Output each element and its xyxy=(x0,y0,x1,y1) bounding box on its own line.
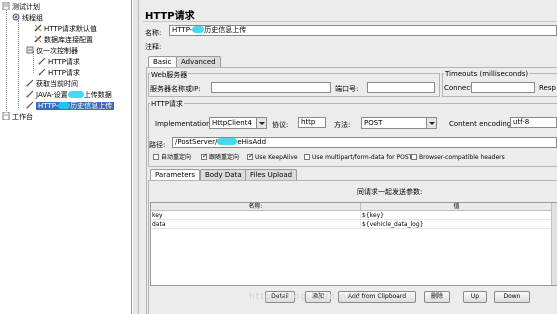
keepalive-checkbox[interactable]: Use KeepAlive xyxy=(247,152,298,162)
parameters-table[interactable]: 名称: 值 key ${key} data ${vehicle_data_log… xyxy=(150,202,557,286)
http-request-panel: HTTP请求 名称: HTTP- 历史信息上传 注释: Basic Advance… xyxy=(139,0,557,314)
up-button[interactable]: Up xyxy=(463,291,487,303)
tree-node-workbench[interactable]: 工作台 xyxy=(2,111,33,122)
tab-parameters[interactable]: Parameters xyxy=(150,169,201,180)
protocol-input[interactable]: http xyxy=(298,117,326,128)
chevron-down-icon xyxy=(426,118,436,128)
tab-advanced[interactable]: Advanced xyxy=(176,56,221,67)
config-wrench-icon xyxy=(34,35,42,43)
response-label: Resp xyxy=(539,84,556,92)
encoding-label: Content encoding: xyxy=(449,120,514,128)
protocol-label: 协议: xyxy=(272,121,289,129)
auto-redirect-checkbox[interactable]: 自动重定向 xyxy=(153,154,191,162)
timeouts-group-title: Timeouts (milliseconds) xyxy=(444,70,530,78)
test-plan-icon xyxy=(2,1,10,11)
table-cell-name[interactable]: data xyxy=(151,221,361,229)
column-header-name: 名称: xyxy=(151,203,361,211)
tree-line xyxy=(18,20,19,108)
table-cell-name[interactable]: key xyxy=(151,212,361,220)
divider xyxy=(143,21,557,22)
browser-compatible-checkbox[interactable]: Browser-compatible headers xyxy=(411,154,505,162)
tree-node-test-plan[interactable]: 测试计划 xyxy=(2,1,40,12)
table-cell-value[interactable]: ${vehicle_data_log} xyxy=(361,221,552,229)
sampler-pen-icon xyxy=(26,90,34,98)
delete-button[interactable]: 删除 xyxy=(424,291,450,303)
server-input[interactable] xyxy=(211,82,331,93)
selected-node-label: HTTP- 历史信息上传 xyxy=(36,102,115,110)
controller-icon xyxy=(26,46,34,54)
http-request-group-title: HTTP请求 xyxy=(150,99,184,109)
name-input[interactable]: HTTP- 历史信息上传 xyxy=(169,25,557,36)
follow-redirect-checkbox[interactable]: 跟随重定向 xyxy=(201,152,239,162)
web-server-group-title: Web服务器 xyxy=(150,70,189,80)
port-input[interactable] xyxy=(367,82,435,93)
method-label: 方法: xyxy=(334,121,351,129)
encoding-input[interactable]: utf-8 xyxy=(510,117,557,128)
test-plan-tree[interactable]: 测试计划 线程组 HTTP请求默认值 数据库连接配置 仅一次控制器 HTTP请求… xyxy=(0,0,132,314)
sampler-pen-icon xyxy=(26,79,34,87)
tree-node-java-setup[interactable]: JAVA-设置 上传数据 xyxy=(26,90,112,100)
column-header-value: 值 xyxy=(361,203,552,211)
tree-node-once-controller[interactable]: 仅一次控制器 xyxy=(26,46,78,56)
path-input[interactable]: /PostServer/eHisAdd xyxy=(172,137,557,148)
tree-node-db-config[interactable]: 数据库连接配置 xyxy=(34,35,93,45)
table-cell-value[interactable]: ${key} xyxy=(361,212,552,220)
implementation-select[interactable]: HttpClient4 xyxy=(209,117,267,129)
sampler-pen-icon xyxy=(38,57,46,65)
redaction-mark xyxy=(217,138,238,145)
sampler-pen-icon xyxy=(38,68,46,76)
sampler-pen-icon xyxy=(26,101,34,109)
redaction-mark xyxy=(58,102,71,109)
chevron-down-icon xyxy=(256,118,266,128)
redaction-mark xyxy=(192,26,205,33)
tree-node-history-upload-selected[interactable]: HTTP- 历史信息上传 xyxy=(26,101,115,111)
connect-timeout-input[interactable] xyxy=(471,82,535,93)
redaction-mark xyxy=(67,91,84,98)
tab-files-upload[interactable]: Files Upload xyxy=(245,169,298,180)
tree-node-thread-group[interactable]: 线程组 xyxy=(12,13,43,23)
implementation-label: Implementation: xyxy=(155,120,213,128)
config-wrench-icon xyxy=(34,24,42,32)
multipart-checkbox[interactable]: Use multipart/form-data for POST xyxy=(304,154,412,162)
path-label: 路径: xyxy=(149,141,166,149)
server-label: 服务器名称或IP: xyxy=(150,85,201,93)
watermark: http://blog.csdn.net/... xyxy=(249,292,374,302)
method-select[interactable]: POST xyxy=(361,117,437,129)
table-scrollbar[interactable] xyxy=(551,203,557,285)
tree-line xyxy=(6,9,7,115)
tree-node-get-time[interactable]: 获取当前时间 xyxy=(26,79,78,89)
tree-node-http-defaults[interactable]: HTTP请求默认值 xyxy=(34,24,97,34)
down-button[interactable]: Down xyxy=(494,291,530,303)
tab-basic[interactable]: Basic xyxy=(148,56,177,67)
page-title: HTTP请求 xyxy=(145,11,195,22)
tree-node-http-request[interactable]: HTTP请求 xyxy=(38,57,80,67)
tree-node-http-request[interactable]: HTTP请求 xyxy=(38,68,80,78)
workbench-icon xyxy=(2,111,10,121)
name-label: 名称: xyxy=(145,29,162,37)
tab-body-data[interactable]: Body Data xyxy=(200,169,247,180)
thread-group-gear-icon xyxy=(12,13,20,21)
params-caption: 同请求一起发送参数: xyxy=(357,188,423,196)
port-label: 端口号: xyxy=(335,85,359,93)
comment-label: 注释: xyxy=(145,43,162,51)
